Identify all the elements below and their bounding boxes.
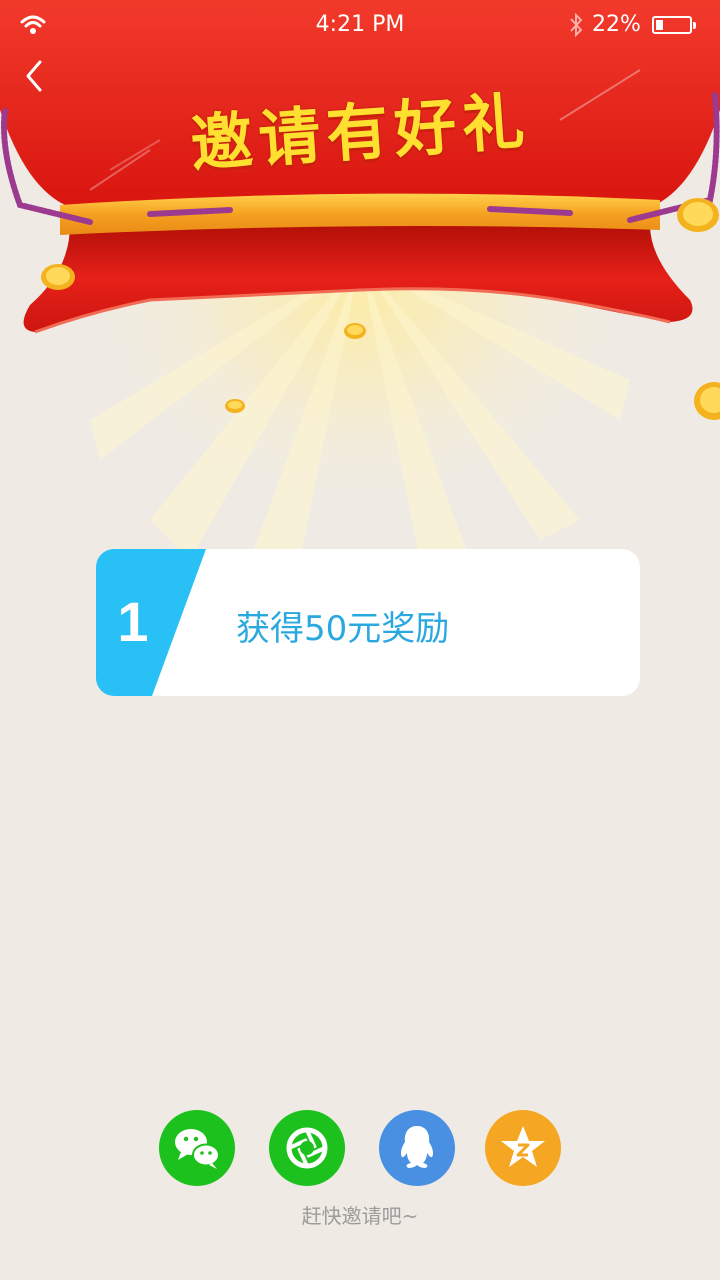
share-buttons xyxy=(0,1110,720,1190)
qzone-icon xyxy=(501,1126,545,1167)
coin-icon xyxy=(694,382,720,420)
share-qq-button[interactable] xyxy=(379,1110,455,1186)
invite-hint-text: 赶快邀请吧~ xyxy=(301,1204,419,1228)
share-wechat-button[interactable] xyxy=(159,1110,235,1186)
coin-icon xyxy=(225,399,245,413)
reward-text: 获得50元奖励 xyxy=(236,609,450,649)
moments-icon xyxy=(286,1127,328,1169)
bluetooth-icon xyxy=(570,12,583,38)
coin-icon xyxy=(41,264,75,290)
reward-card: 1 获得50元奖励 xyxy=(96,549,640,696)
share-qzone-button[interactable] xyxy=(485,1110,561,1186)
status-bar: 4:21 PM 22% xyxy=(0,0,720,50)
share-moments-button[interactable] xyxy=(269,1110,345,1186)
reward-step-number: 1 xyxy=(117,590,149,653)
back-button[interactable] xyxy=(20,58,50,94)
qq-icon xyxy=(401,1126,433,1168)
coin-icon xyxy=(344,323,366,339)
wechat-icon xyxy=(175,1129,220,1169)
battery-icon xyxy=(652,16,696,34)
battery-percent: 22% xyxy=(592,12,641,37)
coin-icon xyxy=(677,198,719,232)
